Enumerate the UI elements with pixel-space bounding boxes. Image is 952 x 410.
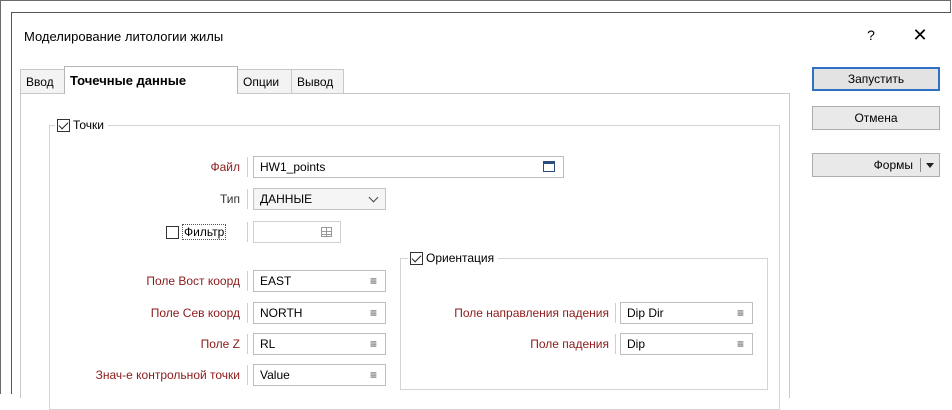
dip-direction-label: Поле направления падения	[454, 306, 609, 320]
tab-output[interactable]: Вывод	[291, 69, 344, 93]
north-field-value: NORTH	[260, 306, 303, 320]
z-field-input[interactable]: RL ≡	[253, 333, 386, 355]
tab-point-data[interactable]: Точечные данные	[64, 66, 238, 94]
orientation-group-label: Ориентация	[426, 251, 495, 265]
dip-input[interactable]: Dip ≡	[620, 333, 753, 355]
label-separator	[247, 222, 248, 242]
points-group-header: Точки	[55, 116, 109, 134]
control-value-value: Value	[260, 368, 290, 382]
forms-button-label: Формы	[873, 158, 913, 172]
table-icon[interactable]	[321, 227, 332, 237]
label-separator	[247, 157, 248, 177]
file-value: HW1_points	[260, 160, 326, 174]
help-button[interactable]: ?	[859, 23, 883, 47]
type-value: ДАННЫЕ	[260, 192, 313, 206]
chevron-down-icon	[368, 192, 379, 203]
type-label: Тип	[219, 192, 240, 206]
label-separator	[615, 303, 616, 323]
orientation-groupbox	[400, 258, 768, 390]
tab-input[interactable]: Ввод	[20, 69, 65, 93]
filter-checkbox[interactable]	[166, 225, 179, 239]
control-value-input[interactable]: Value ≡	[253, 364, 386, 386]
browse-file-icon[interactable]	[543, 161, 555, 172]
filter-input[interactable]	[253, 221, 341, 243]
dropdown-arrow-icon[interactable]	[926, 163, 934, 168]
label-separator	[615, 334, 616, 354]
north-field-input[interactable]: NORTH ≡	[253, 302, 386, 324]
dip-value: Dip	[627, 337, 646, 351]
z-field-value: RL	[260, 337, 276, 351]
label-separator	[247, 271, 248, 291]
split-divider	[920, 158, 921, 172]
field-list-icon[interactable]: ≡	[370, 271, 377, 291]
label-separator	[247, 334, 248, 354]
east-field-input[interactable]: EAST ≡	[253, 270, 386, 292]
type-select[interactable]: ДАННЫЕ	[253, 188, 386, 210]
orientation-group-header: Ориентация	[408, 249, 499, 267]
run-button[interactable]: Запустить	[812, 67, 940, 91]
file-label: Файл	[210, 160, 240, 174]
filter-label[interactable]: Фильтр	[182, 224, 227, 240]
points-checkbox[interactable]	[57, 118, 70, 132]
field-list-icon[interactable]: ≡	[737, 303, 744, 323]
field-list-icon[interactable]: ≡	[370, 334, 377, 354]
label-separator	[247, 303, 248, 323]
dialog-title: Моделирование литологии жилы	[24, 29, 224, 44]
label-separator	[247, 189, 248, 209]
east-field-value: EAST	[260, 274, 292, 288]
points-group-label: Точки	[73, 118, 105, 132]
title-bar: Моделирование литологии жилы ? ✕	[12, 13, 951, 53]
orientation-checkbox[interactable]	[410, 251, 423, 265]
cancel-button[interactable]: Отмена	[812, 106, 940, 130]
filter-toggle[interactable]: Фильтр	[166, 221, 227, 243]
label-separator	[247, 365, 248, 385]
dip-label: Поле падения	[530, 337, 609, 351]
field-list-icon[interactable]: ≡	[370, 365, 377, 385]
north-field-label: Поле Сев коорд	[150, 306, 240, 320]
tab-panel-point-data: Точки Файл HW1_points Тип ДАННЫЕ Фильтр …	[20, 93, 790, 410]
dip-direction-value: Dip Dir	[627, 306, 664, 320]
tab-options[interactable]: Опции	[237, 69, 292, 93]
control-value-label: Знач-е контрольной точки	[95, 368, 240, 382]
z-field-label: Поле Z	[200, 337, 240, 351]
dip-direction-input[interactable]: Dip Dir ≡	[620, 302, 753, 324]
field-list-icon[interactable]: ≡	[370, 303, 377, 323]
field-list-icon[interactable]: ≡	[737, 334, 744, 354]
forms-button[interactable]: Формы	[812, 153, 940, 177]
dialog-window: Моделирование литологии жилы ? ✕ Ввод То…	[11, 12, 951, 410]
east-field-label: Поле Вост коорд	[146, 274, 240, 288]
file-input[interactable]: HW1_points	[253, 156, 564, 178]
close-button[interactable]: ✕	[908, 23, 932, 47]
